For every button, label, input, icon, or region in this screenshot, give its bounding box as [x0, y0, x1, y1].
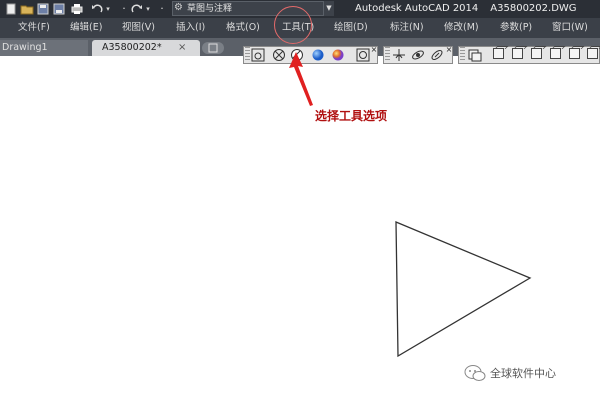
redo-dropdown-icon[interactable]: ▾: [144, 2, 152, 16]
annotation-arrow: [289, 52, 313, 106]
wechat-icon: [464, 365, 486, 381]
bottom-view-icon[interactable]: [512, 48, 523, 59]
menu-window[interactable]: 窗口(W): [552, 18, 588, 38]
top-view-icon[interactable]: [493, 48, 504, 59]
view-style-icon[interactable]: [251, 47, 265, 62]
close-icon[interactable]: ×: [178, 40, 188, 56]
watermark-text: 全球软件中心: [490, 367, 556, 380]
separator-dot-icon: ·: [122, 2, 126, 15]
free-orbit-icon[interactable]: [430, 47, 444, 61]
tab-drawing1[interactable]: Drawing1: [0, 40, 88, 56]
menu-format[interactable]: 格式(O): [226, 18, 260, 38]
chevron-down-icon[interactable]: ▼: [324, 1, 334, 16]
undo-dropdown-icon[interactable]: ▾: [104, 2, 112, 16]
separator-dot-icon: ·: [160, 2, 164, 15]
gear-icon: ⚙: [174, 2, 183, 13]
workspace-label: 草图与注释: [187, 4, 233, 14]
menu-draw[interactable]: 绘图(D): [334, 18, 368, 38]
orbit-icon[interactable]: [411, 47, 425, 61]
toolbar-grip[interactable]: [460, 47, 465, 61]
redo-icon[interactable]: [130, 2, 144, 16]
highlight-circle: [274, 6, 312, 44]
conceptual-style-icon[interactable]: [331, 47, 345, 61]
back-view-icon[interactable]: [587, 48, 598, 59]
undo-icon[interactable]: [90, 2, 104, 16]
front-view-icon[interactable]: [569, 48, 580, 59]
file-name: A35800202.DWG: [490, 3, 577, 14]
toolbar-grip[interactable]: [385, 47, 390, 61]
right-view-icon[interactable]: [550, 48, 561, 59]
save-as-icon[interactable]: [52, 2, 66, 16]
close-icon[interactable]: ×: [445, 46, 453, 54]
menu-dimension[interactable]: 标注(N): [390, 18, 424, 38]
pan-icon[interactable]: [392, 47, 406, 61]
toolbar-grip[interactable]: [245, 47, 250, 61]
new-file-icon[interactable]: [4, 2, 18, 16]
close-icon[interactable]: ×: [370, 46, 378, 54]
annotation-text: 选择工具选项: [315, 109, 388, 123]
drawing-triangle[interactable]: [390, 216, 535, 361]
menu-file[interactable]: 文件(F): [18, 18, 50, 38]
menu-parametric[interactable]: 参数(P): [500, 18, 532, 38]
named-views-icon[interactable]: [468, 47, 482, 62]
menu-view[interactable]: 视图(V): [122, 18, 155, 38]
left-view-icon[interactable]: [531, 48, 542, 59]
open-file-icon[interactable]: [20, 2, 34, 16]
visual-style-manager-icon[interactable]: [356, 47, 370, 62]
menu-insert[interactable]: 插入(I): [176, 18, 205, 38]
save-icon[interactable]: [36, 2, 50, 16]
print-icon[interactable]: [70, 2, 84, 16]
menu-edit[interactable]: 编辑(E): [70, 18, 102, 38]
app-name: Autodesk AutoCAD 2014: [355, 3, 479, 14]
window-title: Autodesk AutoCAD 2014 A35800202.DWG: [355, 0, 589, 18]
new-tab-icon[interactable]: [202, 42, 224, 54]
menu-modify[interactable]: 修改(M): [444, 18, 479, 38]
